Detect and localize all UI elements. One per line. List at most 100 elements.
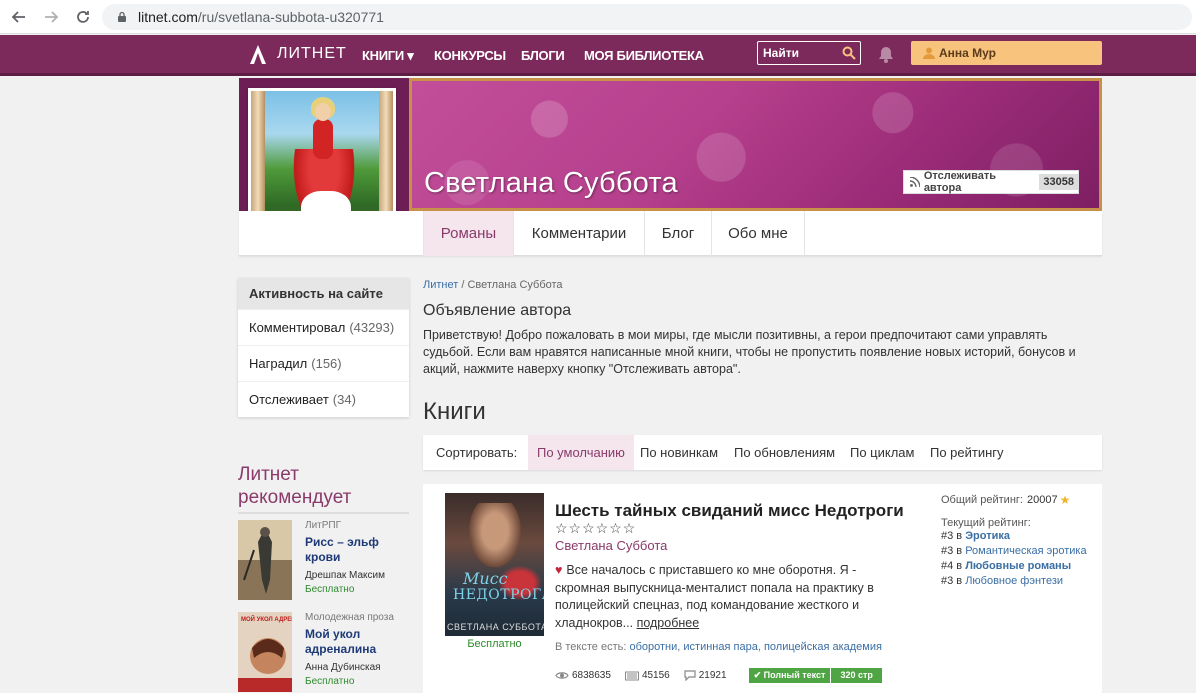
forward-arrow-icon[interactable] — [38, 4, 64, 30]
address-bar[interactable]: litnet.com/ru/svetlana-subbota-u320771 — [102, 4, 1192, 30]
comments-stat: 21921 — [684, 670, 727, 681]
rank-genre-link[interactable]: Романтическая эротика — [965, 545, 1086, 557]
bell-icon[interactable] — [878, 46, 894, 63]
lock-icon — [118, 11, 126, 22]
sort-label: Сортировать: — [436, 445, 518, 460]
activity-commented[interactable]: Комментировал (43293) — [238, 309, 409, 345]
library-icon — [624, 671, 639, 680]
book-cover[interactable]: Мисс НЕДОТРОГА СВЕТЛАНА СУББОТА — [445, 493, 544, 636]
rank-line: #4 в Любовные романы — [941, 560, 1072, 572]
rank-genre-link[interactable]: Эротика — [965, 530, 1010, 542]
sort-updates[interactable]: По обновлениям — [734, 435, 835, 470]
reload-icon[interactable] — [70, 4, 96, 30]
tab-about[interactable]: Обо мне — [712, 211, 805, 256]
recommend-price: Бесплатно — [305, 676, 355, 687]
overall-rating: Общий рейтинг: 20007 ★ — [941, 493, 1101, 507]
back-arrow-icon[interactable] — [6, 4, 32, 30]
recommend-book-title[interactable]: Рисс – эльф крови — [305, 535, 409, 565]
nav-my-library[interactable]: МОЯ БИБЛИОТЕКА — [584, 48, 704, 63]
book-title[interactable]: Шесть тайных свиданий мисс Недотроги — [555, 501, 904, 521]
litnet-logo[interactable]: ЛИТНЕТ — [247, 43, 347, 65]
breadcrumb: Литнет / Светлана Суббота — [423, 279, 563, 291]
nav-contests[interactable]: КОНКУРСЫ — [434, 48, 506, 63]
rank-genre-link[interactable]: Любовные романы — [965, 560, 1071, 572]
logo-text: ЛИТНЕТ — [277, 45, 347, 62]
sort-rating[interactable]: По рейтингу — [930, 435, 1004, 470]
search-box — [757, 41, 861, 65]
book-author[interactable]: Светлана Суббота — [555, 538, 667, 553]
recommend-item[interactable]: ЛитРПГ Рисс – эльф крови Дрешпак Максим … — [238, 520, 409, 600]
activity-label: Наградил — [249, 356, 308, 371]
fulltext-badge: ✔ Полный текст 320 стр — [748, 668, 882, 683]
activity-count: (43293) — [349, 320, 395, 335]
search-input[interactable] — [758, 46, 838, 60]
activity-count: (156) — [311, 356, 342, 371]
pages-count: 320 стр — [840, 670, 873, 680]
recommend-item[interactable]: МОЙ УКОЛ АДРЕНАЛИНА Молодежная проза Мой… — [238, 612, 409, 692]
fulltext-label: ✔ Полный текст — [749, 668, 832, 683]
recommend-title: Литнет рекомендует — [238, 463, 409, 514]
activity-label: Отслеживает — [249, 392, 329, 407]
tab-comments[interactable]: Комментарии — [514, 211, 645, 256]
recommend-genre: ЛитРПГ — [305, 520, 342, 531]
cover-title-2: НЕДОТРОГА — [453, 587, 544, 603]
recommend-cover[interactable] — [238, 520, 292, 600]
books-heading: Книги — [423, 398, 486, 425]
follow-author-button[interactable]: Отслеживать автора 33058 — [903, 170, 1079, 194]
follow-count: 33058 — [1039, 174, 1078, 190]
activity-label: Комментировал — [249, 320, 346, 335]
views-count: 6838635 — [572, 670, 611, 681]
tab-blog[interactable]: Блог — [645, 211, 712, 256]
announcement-title: Объявление автора — [423, 302, 572, 319]
sort-series[interactable]: По циклам — [850, 435, 914, 470]
rank-line: #3 в Романтическая эротика — [941, 545, 1087, 557]
tab-novels[interactable]: Романы — [423, 211, 514, 256]
book-rating-stars[interactable]: ☆☆☆☆☆☆ — [555, 520, 636, 537]
book-stats: 6838635 45156 21921 ✔ Полный текст 320 с… — [555, 668, 882, 683]
user-menu-button[interactable]: Анна Мур — [911, 41, 1102, 65]
browser-toolbar: litnet.com/ru/svetlana-subbota-u320771 — [0, 0, 1196, 34]
star-icon: ★ — [1059, 493, 1071, 507]
rss-icon — [910, 177, 920, 187]
rank-line: #3 в Эротика — [941, 530, 1010, 542]
comments-count: 21921 — [698, 670, 727, 681]
book-ratings: Общий рейтинг: 20007 ★ Текущий рейтинг: … — [941, 493, 1101, 589]
announcement-text: Приветствую! Добро пожаловать в мои миры… — [423, 328, 1076, 376]
url-host: litnet.com — [138, 9, 198, 25]
user-name: Анна Мур — [939, 46, 997, 60]
library-count: 45156 — [641, 670, 670, 681]
site-navbar: ЛИТНЕТ КНИГИ ▾ КОНКУРСЫ БЛОГИ МОЯ БИБЛИО… — [0, 35, 1196, 76]
activity-awarded[interactable]: Наградил (156) — [238, 345, 409, 381]
overall-label: Общий рейтинг: — [941, 494, 1023, 506]
user-icon — [923, 47, 935, 59]
tag-link[interactable]: оборотни — [629, 641, 677, 653]
recommend-book-title[interactable]: Мой укол адреналина — [305, 627, 409, 657]
sort-default[interactable]: По умолчанию — [528, 435, 634, 470]
cover-author: СВЕТЛАНА СУББОТА — [447, 622, 544, 632]
library-stat: 45156 — [624, 670, 670, 681]
follow-label: Отслеживать автора — [923, 170, 996, 194]
breadcrumb-root[interactable]: Литнет — [423, 279, 458, 291]
recommend-author[interactable]: Дрешпак Максим — [305, 570, 385, 581]
avatar-figure-body — [313, 119, 333, 159]
recommend-cover[interactable]: МОЙ УКОЛ АДРЕНАЛИНА — [238, 612, 292, 692]
url-path: /ru/svetlana-subbota-u320771 — [197, 9, 384, 25]
tags-label: В тексте есть: — [555, 641, 627, 653]
activity-count: (34) — [332, 392, 356, 407]
recommend-author[interactable]: Анна Дубинская — [305, 662, 381, 673]
breadcrumb-separator: / — [461, 279, 465, 291]
activity-following[interactable]: Отслеживает (34) — [238, 381, 409, 417]
search-icon[interactable] — [842, 46, 856, 60]
nav-books[interactable]: КНИГИ ▾ — [362, 48, 414, 64]
overall-value: 20007 — [1026, 494, 1058, 506]
sort-bar: Сортировать: По умолчанию По новинкам По… — [423, 435, 1102, 470]
nav-blogs[interactable]: БЛОГИ — [521, 48, 565, 63]
rank-line: #3 в Любовное фэнтези — [941, 575, 1064, 587]
rank-genre-link[interactable]: Любовное фэнтези — [965, 575, 1063, 587]
current-rating-label: Текущий рейтинг: — [941, 517, 1031, 529]
tag-link[interactable]: полицейская академия — [764, 641, 882, 653]
sort-new[interactable]: По новинкам — [640, 435, 718, 470]
book-description: ♥ Все началось с приставшего ко мне оборо… — [555, 562, 885, 632]
tag-link[interactable]: истинная пара — [683, 641, 757, 653]
read-more-link[interactable]: подробнее — [637, 616, 700, 630]
